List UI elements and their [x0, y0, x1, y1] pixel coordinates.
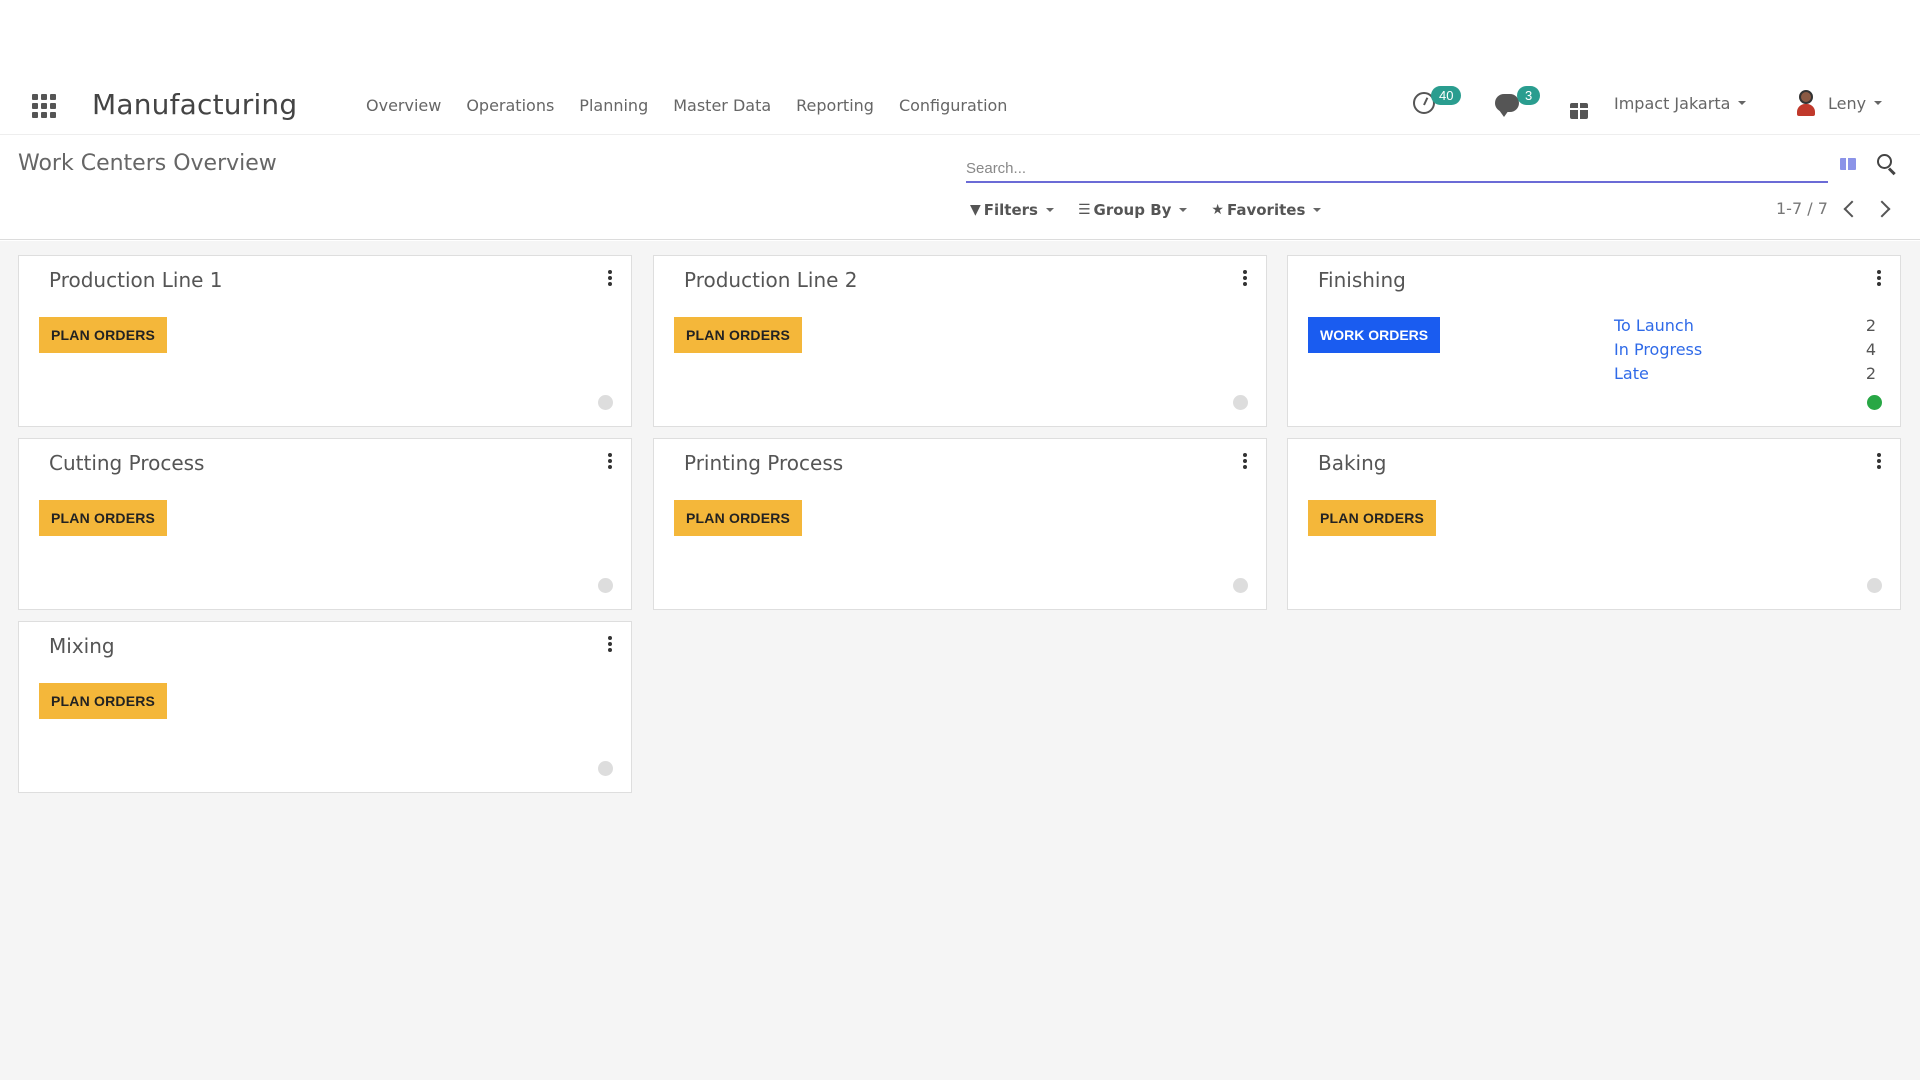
- main-navbar: Manufacturing Overview Operations Planni…: [0, 78, 1920, 134]
- menu-planning[interactable]: Planning: [579, 96, 648, 115]
- company-switcher[interactable]: Impact Jakarta: [1614, 88, 1747, 118]
- plan-orders-button[interactable]: PLAN ORDERS: [39, 317, 168, 353]
- apps-grid-icon[interactable]: [32, 94, 56, 118]
- workcenter-name[interactable]: Printing Process: [684, 451, 843, 475]
- filter-row: ▼ Filters ☰ Group By ★ Favorites: [970, 201, 1322, 219]
- workcenter-card[interactable]: Baking PLAN ORDERS: [1287, 438, 1901, 610]
- main-menu: Overview Operations Planning Master Data…: [366, 96, 1032, 115]
- stat-row: To Launch 2: [1614, 316, 1876, 340]
- workcenter-name[interactable]: Cutting Process: [49, 451, 204, 475]
- menu-reporting[interactable]: Reporting: [796, 96, 874, 115]
- user-menu[interactable]: Leny: [1794, 88, 1883, 118]
- chat-icon: [1495, 94, 1519, 117]
- plan-orders-button[interactable]: PLAN ORDERS: [1308, 500, 1437, 536]
- filters-label: Filters: [983, 201, 1038, 219]
- breadcrumb: Work Centers Overview: [18, 151, 277, 176]
- status-indicator[interactable]: [598, 578, 613, 593]
- search-icon[interactable]: [1876, 153, 1898, 176]
- status-indicator[interactable]: [598, 761, 613, 776]
- star-icon: ★: [1211, 202, 1224, 218]
- caret-down-icon: [1179, 208, 1188, 212]
- avatar-icon: [1794, 90, 1818, 116]
- workcenter-card[interactable]: Production Line 2 PLAN ORDERS: [653, 255, 1267, 427]
- dropdown-menu-icon[interactable]: [607, 453, 613, 469]
- search-options-toggle-icon[interactable]: [1840, 158, 1856, 170]
- favorites-label: Favorites: [1226, 201, 1306, 219]
- activities-badge: 40: [1431, 86, 1462, 105]
- status-indicator[interactable]: [1867, 395, 1882, 410]
- favorites-dropdown[interactable]: ★ Favorites: [1211, 201, 1322, 219]
- late-count: 2: [1865, 364, 1876, 383]
- pager: 1-7 / 7: [1776, 199, 1891, 218]
- chevron-right-icon[interactable]: [1873, 200, 1891, 217]
- workcenter-card[interactable]: Finishing WORK ORDERS To Launch 2 In Pro…: [1287, 255, 1901, 427]
- gift-icon: [1569, 101, 1589, 119]
- plan-orders-button[interactable]: PLAN ORDERS: [39, 500, 168, 536]
- workcenter-card[interactable]: Printing Process PLAN ORDERS: [653, 438, 1267, 610]
- workcenter-name[interactable]: Production Line 2: [684, 268, 858, 292]
- app-title[interactable]: Manufacturing: [92, 88, 297, 121]
- workcenter-card[interactable]: Production Line 1 PLAN ORDERS: [18, 255, 632, 427]
- workcenter-card[interactable]: Cutting Process PLAN ORDERS: [18, 438, 632, 610]
- late-link[interactable]: Late: [1614, 364, 1649, 388]
- to-launch-count: 2: [1865, 316, 1876, 335]
- kanban-view: Production Line 1 PLAN ORDERS Production…: [0, 241, 1920, 1080]
- list-icon: ☰: [1077, 202, 1091, 218]
- dropdown-menu-icon[interactable]: [1876, 270, 1882, 286]
- status-indicator[interactable]: [1867, 578, 1882, 593]
- workcenter-name[interactable]: Production Line 1: [49, 268, 223, 292]
- groupby-label: Group By: [1093, 201, 1172, 219]
- filter-icon: ▼: [970, 202, 981, 218]
- control-panel: Work Centers Overview ▼ Filters ☰ Group …: [0, 134, 1920, 240]
- messages-badge: 3: [1517, 86, 1541, 105]
- workcenter-card[interactable]: Mixing PLAN ORDERS: [18, 621, 632, 793]
- in-progress-link[interactable]: In Progress: [1614, 340, 1702, 364]
- dropdown-menu-icon[interactable]: [607, 270, 613, 286]
- chevron-left-icon[interactable]: [1843, 200, 1861, 217]
- dropdown-menu-icon[interactable]: [1876, 453, 1882, 469]
- messages-button[interactable]: 3: [1495, 86, 1541, 118]
- search-bar: [966, 155, 1828, 183]
- filters-dropdown[interactable]: ▼ Filters: [970, 201, 1054, 219]
- to-launch-link[interactable]: To Launch: [1614, 316, 1694, 340]
- caret-down-icon: [1045, 208, 1054, 212]
- work-orders-button[interactable]: WORK ORDERS: [1308, 317, 1441, 353]
- dropdown-menu-icon[interactable]: [607, 636, 613, 652]
- gift-button[interactable]: [1569, 96, 1589, 126]
- menu-master-data[interactable]: Master Data: [673, 96, 771, 115]
- plan-orders-button[interactable]: PLAN ORDERS: [674, 317, 803, 353]
- plan-orders-button[interactable]: PLAN ORDERS: [674, 500, 803, 536]
- workcenter-name[interactable]: Baking: [1318, 451, 1387, 475]
- menu-overview[interactable]: Overview: [366, 96, 441, 115]
- workcenter-name[interactable]: Mixing: [49, 634, 115, 658]
- stat-row: In Progress 4: [1614, 340, 1876, 364]
- activities-button[interactable]: 40: [1413, 86, 1462, 118]
- status-indicator[interactable]: [1233, 395, 1248, 410]
- caret-down-icon: [1313, 208, 1322, 212]
- dropdown-menu-icon[interactable]: [1242, 453, 1248, 469]
- stat-row: Late 2: [1614, 364, 1876, 388]
- menu-operations[interactable]: Operations: [466, 96, 554, 115]
- in-progress-count: 4: [1865, 340, 1876, 359]
- status-indicator[interactable]: [1233, 578, 1248, 593]
- menu-configuration[interactable]: Configuration: [899, 96, 1008, 115]
- workcenter-name[interactable]: Finishing: [1318, 268, 1406, 292]
- user-name: Leny: [1828, 93, 1867, 113]
- status-indicator[interactable]: [598, 395, 613, 410]
- company-name: Impact Jakarta: [1614, 93, 1731, 113]
- caret-down-icon: [1738, 101, 1747, 105]
- groupby-dropdown[interactable]: ☰ Group By: [1077, 201, 1188, 219]
- dropdown-menu-icon[interactable]: [1242, 270, 1248, 286]
- workorder-stats: To Launch 2 In Progress 4 Late 2: [1614, 316, 1876, 388]
- search-input[interactable]: [966, 155, 1828, 181]
- pager-value[interactable]: 1-7 / 7: [1776, 199, 1828, 218]
- caret-down-icon: [1874, 101, 1883, 105]
- plan-orders-button[interactable]: PLAN ORDERS: [39, 683, 168, 719]
